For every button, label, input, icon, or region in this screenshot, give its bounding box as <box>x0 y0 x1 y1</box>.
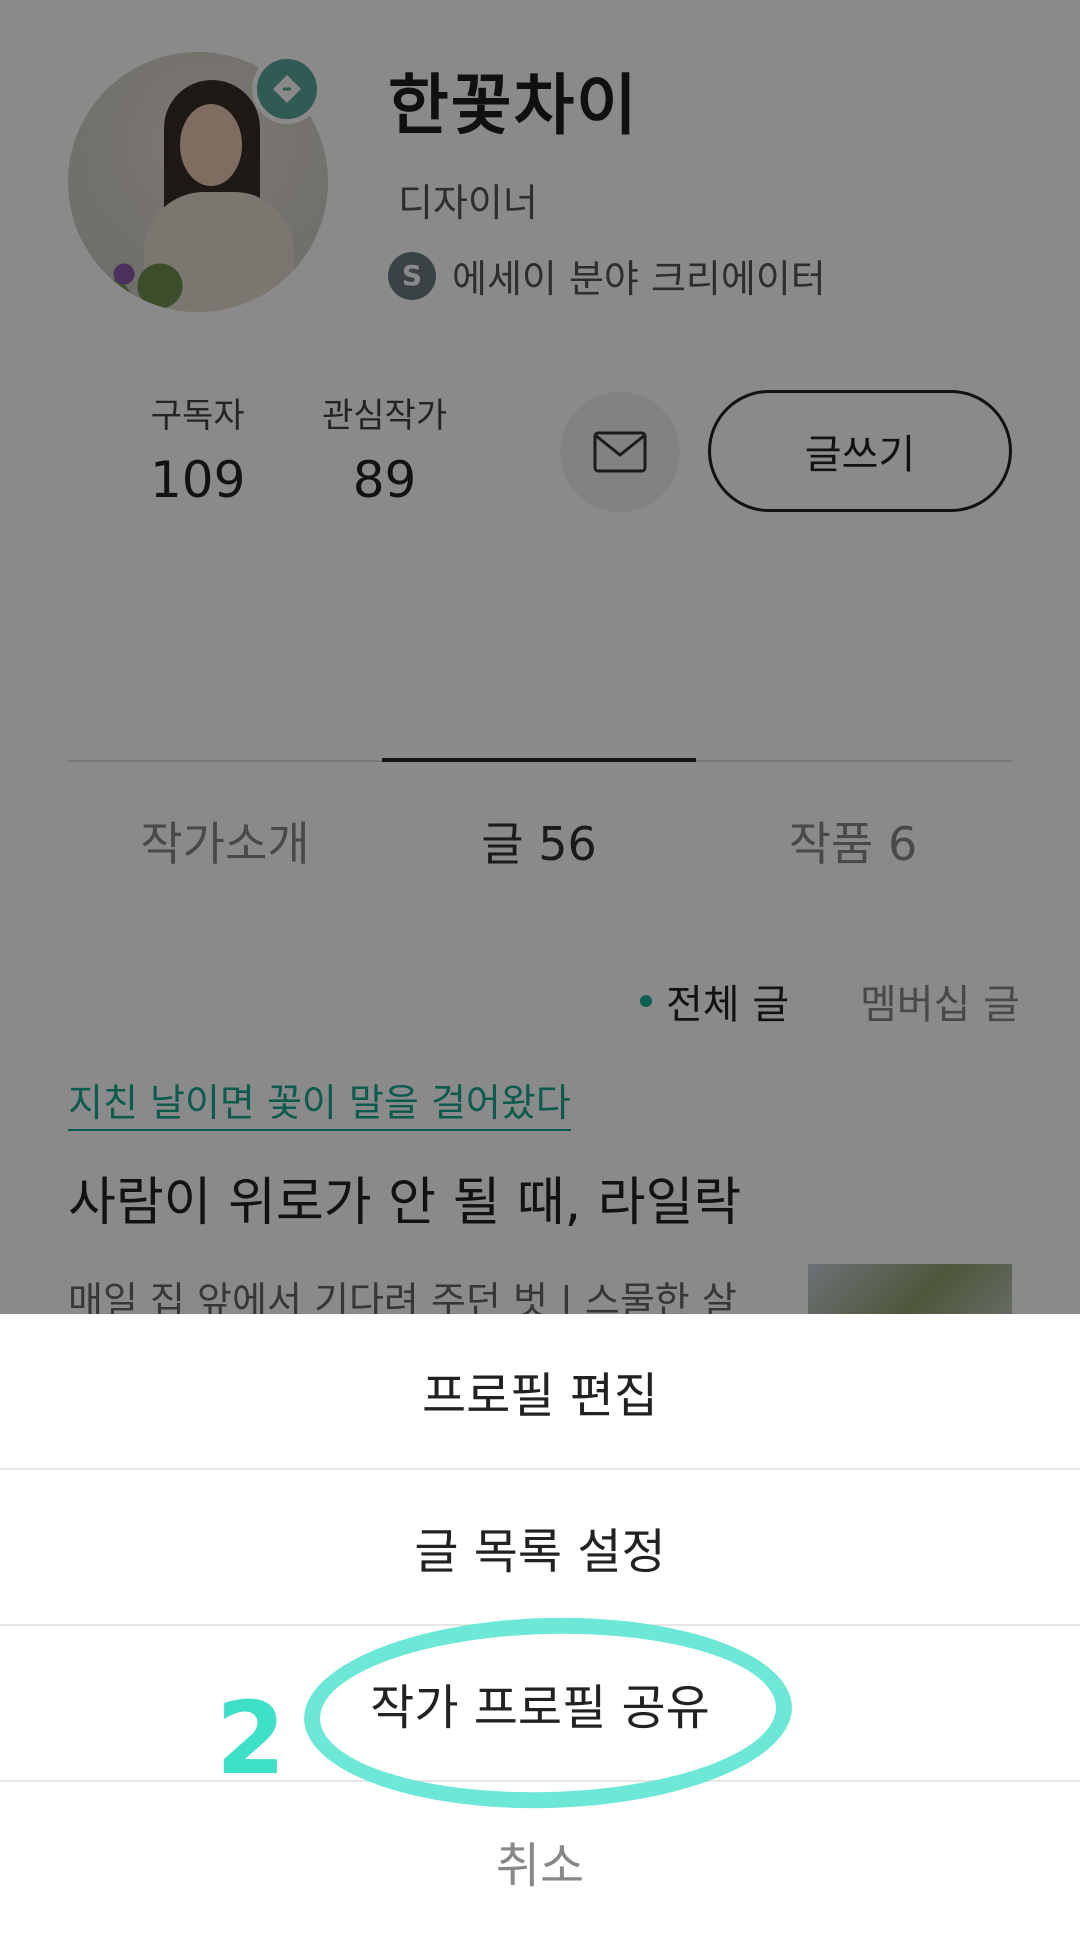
post-list-settings-button[interactable]: 글 목록 설정 <box>0 1470 1080 1626</box>
edit-profile-button[interactable]: 프로필 편집 <box>0 1314 1080 1470</box>
step-number-annotation: 2 <box>216 1680 286 1797</box>
dim-overlay[interactable] <box>0 0 1080 1314</box>
